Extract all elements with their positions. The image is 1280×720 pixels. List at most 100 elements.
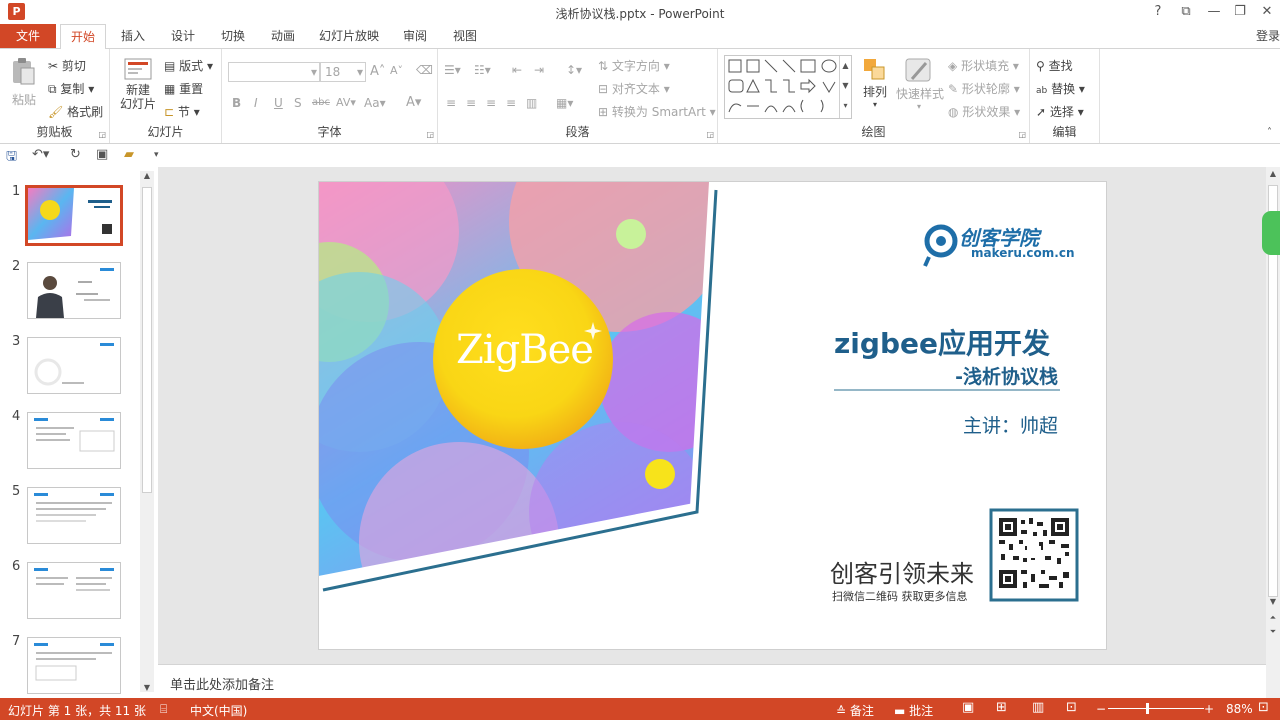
save-icon[interactable]: 🖫 bbox=[6, 147, 17, 169]
replace-button[interactable]: ab 替换 ▾ bbox=[1036, 80, 1085, 97]
char-spacing-button[interactable]: AV▾ bbox=[336, 96, 356, 109]
slide-thumbnail-7[interactable] bbox=[27, 637, 121, 694]
align-text-button[interactable]: ⊟ 对齐文本 ▾ bbox=[598, 80, 670, 97]
clipboard-launcher-icon[interactable]: ◲ bbox=[98, 130, 106, 139]
section-button[interactable]: ⊏ 节 ▾ bbox=[164, 103, 200, 120]
align-center-icon[interactable]: ≡ bbox=[466, 96, 476, 110]
scroll-up-icon[interactable]: ▲ bbox=[1266, 169, 1280, 178]
comments-toggle[interactable]: ▬ 批注 bbox=[894, 702, 933, 719]
font-size-input[interactable]: 18 ▾ bbox=[320, 62, 366, 82]
scroll-up-icon[interactable]: ▲ bbox=[140, 171, 154, 180]
select-button[interactable]: ➚ 选择 ▾ bbox=[1036, 103, 1084, 120]
strikethrough-button[interactable]: abc bbox=[312, 97, 330, 108]
slide-scrollbar[interactable]: ▲ ▼ ⏶ ⏷ bbox=[1262, 167, 1280, 698]
close-button[interactable]: ✕ bbox=[1257, 3, 1277, 21]
distribute-icon[interactable]: ▥ bbox=[526, 96, 537, 110]
shadow-button[interactable]: S bbox=[294, 96, 302, 110]
open-folder-icon[interactable]: ▰ bbox=[124, 147, 134, 162]
smartart-button[interactable]: ⊞ 转换为 SmartArt ▾ bbox=[598, 103, 716, 120]
shrink-font-button[interactable]: A˅ bbox=[390, 64, 403, 77]
ribbon-display-options-button[interactable]: ⧉ bbox=[1176, 3, 1196, 21]
paragraph-launcher-icon[interactable]: ◲ bbox=[706, 130, 714, 139]
start-slideshow-icon[interactable]: ▣ bbox=[96, 147, 108, 162]
slide-title[interactable]: zigbee应用开发 bbox=[834, 322, 1050, 362]
language-indicator[interactable]: 中文(中国) bbox=[190, 702, 247, 719]
previous-slide-icon[interactable]: ⏶ bbox=[1266, 613, 1280, 623]
align-left-icon[interactable]: ≡ bbox=[446, 96, 456, 110]
slide-thumbnail-6[interactable] bbox=[27, 562, 121, 619]
spellcheck-icon[interactable]: ⌸ bbox=[160, 702, 167, 717]
text-direction-button[interactable]: ⇅ 文字方向 ▾ bbox=[598, 57, 670, 74]
shape-outline-button[interactable]: ✎ 形状轮廓 ▾ bbox=[948, 80, 1020, 97]
floating-tool-icon[interactable] bbox=[1262, 211, 1280, 255]
change-case-button[interactable]: Aa▾ bbox=[364, 96, 386, 110]
slide-sorter-icon[interactable]: ⊞ bbox=[996, 700, 1007, 715]
format-painter-button[interactable]: 🖌 格式刷 bbox=[48, 103, 103, 120]
zoom-level[interactable]: 88% bbox=[1226, 702, 1253, 716]
clear-format-icon[interactable]: ⌫ bbox=[416, 63, 433, 77]
slogan-text[interactable]: 创客引领未来 bbox=[830, 554, 974, 589]
font-family-input[interactable]: ▾ bbox=[228, 62, 320, 82]
reset-button[interactable]: ▦ 重置 bbox=[164, 80, 203, 97]
zoom-slider-thumb[interactable] bbox=[1146, 703, 1149, 714]
arrange-button[interactable]: 排列 ▾ bbox=[858, 57, 892, 109]
shape-effects-button[interactable]: ◍ 形状效果 ▾ bbox=[948, 103, 1020, 120]
zoom-slider-track[interactable] bbox=[1108, 708, 1204, 709]
new-slide-button[interactable]: 新建 幻灯片 bbox=[116, 57, 160, 121]
quick-styles-button[interactable]: 快速样式 ▾ bbox=[896, 57, 944, 111]
tab-view[interactable]: 视图 bbox=[444, 24, 486, 48]
zoom-in-icon[interactable]: + bbox=[1204, 702, 1214, 716]
current-slide[interactable]: ZigBee 创客学院 makeru.com.cn zigbee应用开发 -浅析… bbox=[318, 181, 1107, 650]
tab-slideshow[interactable]: 幻灯片放映 bbox=[312, 24, 386, 48]
copy-button[interactable]: ⧉ 复制 ▾ bbox=[48, 80, 94, 97]
slide-thumbnail-3[interactable] bbox=[27, 337, 121, 394]
slide-thumbnail-1[interactable] bbox=[25, 185, 123, 246]
help-button[interactable]: ? bbox=[1148, 3, 1168, 21]
minimize-button[interactable]: — bbox=[1204, 3, 1224, 21]
shapes-scroll-icon[interactable]: ▲ ▼ ▾ bbox=[839, 56, 851, 118]
columns-icon[interactable]: ▦▾ bbox=[556, 96, 573, 110]
italic-button[interactable]: I bbox=[254, 96, 258, 110]
slide-thumbnail-2[interactable] bbox=[27, 262, 121, 319]
scroll-down-icon[interactable]: ▼ bbox=[140, 683, 154, 692]
bullets-icon[interactable]: ☰▾ bbox=[444, 63, 461, 77]
grow-font-button[interactable]: A˄ bbox=[370, 64, 385, 79]
tab-animations[interactable]: 动画 bbox=[262, 24, 304, 48]
normal-view-icon[interactable]: ▣ bbox=[962, 700, 974, 715]
bold-button[interactable]: B bbox=[232, 96, 241, 110]
tab-review[interactable]: 审阅 bbox=[394, 24, 436, 48]
decrease-indent-icon[interactable]: ⇤ bbox=[512, 63, 522, 77]
find-button[interactable]: ⚲ 查找 bbox=[1036, 57, 1073, 74]
qr-caption-text[interactable]: 扫微信二维码 获取更多信息 bbox=[832, 588, 968, 604]
tab-design[interactable]: 设计 bbox=[162, 24, 204, 48]
font-color-button[interactable]: A▾ bbox=[406, 95, 421, 110]
restore-button[interactable]: ❐ bbox=[1230, 3, 1250, 21]
justify-icon[interactable]: ≡ bbox=[506, 96, 516, 110]
presenter-text[interactable]: 主讲：帅超 bbox=[963, 411, 1058, 438]
slide-thumbnail-4[interactable] bbox=[27, 412, 121, 469]
zoom-out-icon[interactable]: − bbox=[1096, 702, 1106, 716]
customize-qat-icon[interactable]: ▾ bbox=[154, 150, 159, 160]
thumbnail-scrollbar[interactable]: ▲ ▼ bbox=[140, 171, 154, 692]
reading-view-icon[interactable]: ▥ bbox=[1032, 700, 1044, 715]
slide-subtitle[interactable]: -浅析协议栈 bbox=[955, 362, 1058, 389]
next-slide-icon[interactable]: ⏷ bbox=[1266, 627, 1280, 637]
tab-file[interactable]: 文件 bbox=[0, 24, 56, 48]
underline-button[interactable]: U bbox=[274, 96, 283, 110]
tab-transitions[interactable]: 切换 bbox=[212, 24, 254, 48]
scroll-down-icon[interactable]: ▼ bbox=[1266, 597, 1280, 606]
increase-indent-icon[interactable]: ⇥ bbox=[534, 63, 544, 77]
collapse-ribbon-icon[interactable]: ˄ bbox=[1267, 127, 1272, 138]
notes-pane[interactable]: 单击此处添加备注 bbox=[158, 664, 1266, 698]
font-launcher-icon[interactable]: ◲ bbox=[426, 130, 434, 139]
shape-fill-button[interactable]: ◈ 形状填充 ▾ bbox=[948, 57, 1019, 74]
login-link[interactable]: 登录 bbox=[1256, 24, 1280, 48]
shapes-gallery[interactable]: ▲ ▼ ▾ bbox=[724, 55, 852, 119]
undo-icon[interactable]: ↶▾ bbox=[32, 147, 49, 162]
tab-insert[interactable]: 插入 bbox=[112, 24, 154, 48]
line-spacing-icon[interactable]: ↕▾ bbox=[566, 63, 582, 77]
align-right-icon[interactable]: ≡ bbox=[486, 96, 496, 110]
tab-home[interactable]: 开始 bbox=[60, 24, 106, 49]
drawing-launcher-icon[interactable]: ◲ bbox=[1018, 130, 1026, 139]
redo-icon[interactable]: ↻ bbox=[70, 147, 81, 162]
